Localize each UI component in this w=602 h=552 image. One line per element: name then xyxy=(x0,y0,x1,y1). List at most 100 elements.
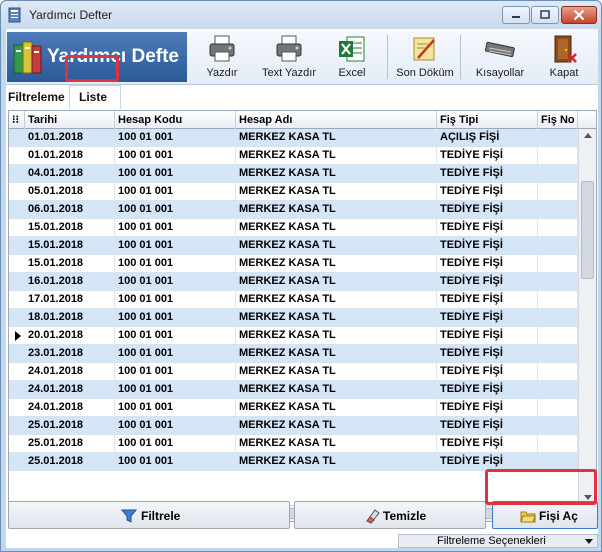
table-row[interactable]: 15.01.2018 100 01 001 MERKEZ KASA TL TEDİYE… xyxy=(9,237,578,255)
cell-voucher-no[interactable] xyxy=(538,453,578,470)
cell-account-name[interactable]: MERKEZ KASA TL xyxy=(236,291,437,308)
print-button[interactable]: Yazdır xyxy=(196,31,248,83)
row-header[interactable] xyxy=(9,129,25,146)
clear-button[interactable]: Temizle xyxy=(294,501,486,529)
cell-voucher-type[interactable]: TEDİYE FİŞİ xyxy=(437,201,538,218)
column-header-account-name[interactable]: Hesap Adı xyxy=(236,111,437,129)
cell-account-code[interactable]: 100 01 001 xyxy=(115,147,236,164)
cell-account-code[interactable]: 100 01 001 xyxy=(115,417,236,434)
table-row[interactable]: 23.01.2018 100 01 001 MERKEZ KASA TL TEDİYE… xyxy=(9,345,578,363)
cell-voucher-no[interactable] xyxy=(538,219,578,236)
cell-account-code[interactable]: 100 01 001 xyxy=(115,345,236,362)
row-header[interactable] xyxy=(9,345,25,362)
filter-button[interactable]: Filtrele xyxy=(8,501,290,529)
cell-date[interactable]: 15.01.2018 xyxy=(25,255,115,272)
cell-account-name[interactable]: MERKEZ KASA TL xyxy=(236,219,437,236)
table-row[interactable]: 25.01.2018 100 01 001 MERKEZ KASA TL TEDİYE… xyxy=(9,435,578,453)
column-header-voucher-type[interactable]: Fiş Tipi xyxy=(437,111,538,129)
cell-account-name[interactable]: MERKEZ KASA TL xyxy=(236,381,437,398)
cell-account-name[interactable]: MERKEZ KASA TL xyxy=(236,129,437,146)
row-header[interactable] xyxy=(9,417,25,434)
cell-account-code[interactable]: 100 01 001 xyxy=(115,129,236,146)
cell-date[interactable]: 06.01.2018 xyxy=(25,201,115,218)
cell-voucher-type[interactable]: TEDİYE FİŞİ xyxy=(437,309,538,326)
cell-date[interactable]: 24.01.2018 xyxy=(25,381,115,398)
cell-account-code[interactable]: 100 01 001 xyxy=(115,273,236,290)
cell-date[interactable]: 25.01.2018 xyxy=(25,453,115,470)
cell-account-name[interactable]: MERKEZ KASA TL xyxy=(236,363,437,380)
cell-voucher-no[interactable] xyxy=(538,399,578,416)
cell-account-name[interactable]: MERKEZ KASA TL xyxy=(236,273,437,290)
table-row[interactable]: 24.01.2018 100 01 001 MERKEZ KASA TL TEDİYE… xyxy=(9,399,578,417)
table-row[interactable]: 25.01.2018 100 01 001 MERKEZ KASA TL TEDİYE… xyxy=(9,417,578,435)
cell-voucher-type[interactable]: TEDİYE FİŞİ xyxy=(437,417,538,434)
row-header[interactable] xyxy=(9,165,25,182)
cell-date[interactable]: 04.01.2018 xyxy=(25,165,115,182)
column-header-voucher-no[interactable]: Fiş No xyxy=(538,111,578,129)
cell-voucher-type[interactable]: TEDİYE FİŞİ xyxy=(437,147,538,164)
column-header-account-code[interactable]: Hesap Kodu xyxy=(115,111,236,129)
row-header[interactable] xyxy=(9,435,25,452)
scroll-up-icon[interactable] xyxy=(584,133,592,138)
cell-voucher-type[interactable]: AÇILIŞ FİŞİ xyxy=(437,129,538,146)
open-voucher-button[interactable]: Fişi Aç xyxy=(492,501,598,529)
cell-voucher-no[interactable] xyxy=(538,417,578,434)
cell-date[interactable]: 15.01.2018 xyxy=(25,237,115,254)
table-row[interactable]: 17.01.2018 100 01 001 MERKEZ KASA TL TEDİYE… xyxy=(9,291,578,309)
cell-voucher-type[interactable]: TEDİYE FİŞİ xyxy=(437,237,538,254)
row-header[interactable] xyxy=(9,183,25,200)
cell-voucher-type[interactable]: TEDİYE FİŞİ xyxy=(437,381,538,398)
table-row[interactable]: 06.01.2018 100 01 001 MERKEZ KASA TL TEDİYE… xyxy=(9,201,578,219)
cell-account-code[interactable]: 100 01 001 xyxy=(115,183,236,200)
cell-account-code[interactable]: 100 01 001 xyxy=(115,381,236,398)
cell-account-name[interactable]: MERKEZ KASA TL xyxy=(236,255,437,272)
cell-date[interactable]: 24.01.2018 xyxy=(25,363,115,380)
table-row[interactable]: 04.01.2018 100 01 001 MERKEZ KASA TL TEDİYE… xyxy=(9,165,578,183)
table-row[interactable]: 24.01.2018 100 01 001 MERKEZ KASA TL TEDİYE… xyxy=(9,381,578,399)
cell-voucher-no[interactable] xyxy=(538,147,578,164)
table-row[interactable]: 05.01.2018 100 01 001 MERKEZ KASA TL TEDİYE… xyxy=(9,183,578,201)
cell-voucher-type[interactable]: TEDİYE FİŞİ xyxy=(437,363,538,380)
cell-account-code[interactable]: 100 01 001 xyxy=(115,291,236,308)
row-header[interactable] xyxy=(9,399,25,416)
cell-voucher-type[interactable]: TEDİYE FİŞİ xyxy=(437,327,538,344)
column-chooser-icon[interactable]: ⁝⁝ xyxy=(9,111,25,129)
table-row[interactable]: 16.01.2018 100 01 001 MERKEZ KASA TL TEDİYE… xyxy=(9,273,578,291)
row-header[interactable] xyxy=(9,453,25,470)
cell-voucher-type[interactable]: TEDİYE FİŞİ xyxy=(437,435,538,452)
cell-account-name[interactable]: MERKEZ KASA TL xyxy=(236,435,437,452)
cell-account-name[interactable]: MERKEZ KASA TL xyxy=(236,201,437,218)
row-header[interactable] xyxy=(9,327,25,344)
cell-account-code[interactable]: 100 01 001 xyxy=(115,327,236,344)
cell-date[interactable]: 01.01.2018 xyxy=(25,147,115,164)
row-header[interactable] xyxy=(9,201,25,218)
table-row[interactable]: 25.01.2018 100 01 001 MERKEZ KASA TL TEDİYE… xyxy=(9,453,578,471)
cell-voucher-type[interactable]: TEDİYE FİŞİ xyxy=(437,345,538,362)
table-row[interactable]: 18.01.2018 100 01 001 MERKEZ KASA TL TEDİYE… xyxy=(9,309,578,327)
row-header[interactable] xyxy=(9,291,25,308)
table-row[interactable]: 15.01.2018 100 01 001 MERKEZ KASA TL TEDİYE… xyxy=(9,255,578,273)
cell-account-code[interactable]: 100 01 001 xyxy=(115,237,236,254)
cell-voucher-type[interactable]: TEDİYE FİŞİ xyxy=(437,453,538,470)
row-header[interactable] xyxy=(9,381,25,398)
cell-voucher-no[interactable] xyxy=(538,183,578,200)
row-header[interactable] xyxy=(9,255,25,272)
cell-account-code[interactable]: 100 01 001 xyxy=(115,255,236,272)
cell-account-name[interactable]: MERKEZ KASA TL xyxy=(236,345,437,362)
cell-voucher-type[interactable]: TEDİYE FİŞİ xyxy=(437,183,538,200)
row-header[interactable] xyxy=(9,237,25,254)
row-header[interactable] xyxy=(9,147,25,164)
cell-voucher-type[interactable]: TEDİYE FİŞİ xyxy=(437,399,538,416)
cell-account-name[interactable]: MERKEZ KASA TL xyxy=(236,453,437,470)
cell-voucher-type[interactable]: TEDİYE FİŞİ xyxy=(437,255,538,272)
cell-voucher-type[interactable]: TEDİYE FİŞİ xyxy=(437,273,538,290)
cell-voucher-no[interactable] xyxy=(538,273,578,290)
maximize-button[interactable] xyxy=(531,6,559,24)
table-row[interactable]: 24.01.2018 100 01 001 MERKEZ KASA TL TEDİYE… xyxy=(9,363,578,381)
cell-account-code[interactable]: 100 01 001 xyxy=(115,399,236,416)
excel-button[interactable]: Excel xyxy=(328,31,376,83)
cell-account-name[interactable]: MERKEZ KASA TL xyxy=(236,399,437,416)
cell-date[interactable]: 05.01.2018 xyxy=(25,183,115,200)
cell-account-name[interactable]: MERKEZ KASA TL xyxy=(236,327,437,344)
cell-date[interactable]: 17.01.2018 xyxy=(25,291,115,308)
